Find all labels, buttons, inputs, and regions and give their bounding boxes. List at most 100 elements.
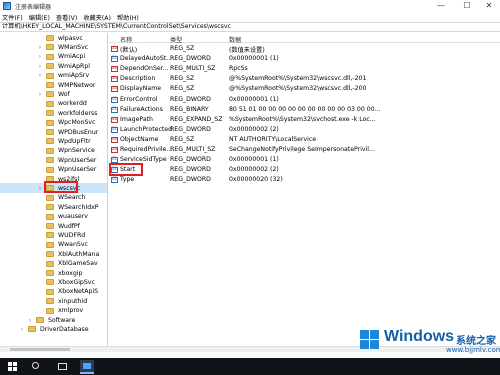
tree-item-label: xmlprov	[58, 307, 84, 315]
folder-icon	[46, 35, 54, 41]
expand-arrow-icon[interactable]: ›	[37, 44, 43, 51]
window-title: 注册表编辑器	[15, 3, 52, 11]
close-button[interactable]: ✕	[478, 0, 500, 12]
binary-value-icon	[111, 126, 118, 133]
value-type: REG_DWORD	[170, 176, 211, 184]
value-name: RequiredPrivile...	[120, 146, 172, 153]
expand-arrow-icon[interactable]: ›	[37, 185, 43, 192]
tree-item-label: DriverDatabase	[40, 325, 89, 333]
tree-item-label: WpcMonSvc	[58, 119, 96, 127]
key-tree-pane[interactable]: wlpasvc › WManSvc › WmiAcpi › WmiApRpl › wmiApSr…	[0, 33, 108, 346]
tree-item-label: XblGameSav	[58, 260, 98, 268]
menu-file[interactable]: 文件(F)	[2, 13, 23, 22]
value-data: @%SystemRoot%\System32\wscsvc.dll,-201	[229, 75, 367, 83]
values-pane[interactable]: 名称 类型 数据 (默认)REG_SZ(数值未设置)DelayedAutoSt.…	[109, 33, 500, 346]
value-name: DependOnSer...	[120, 65, 169, 73]
value-row[interactable]: (默认) REG_SZ (数值未设置)	[109, 44, 500, 54]
menu-view[interactable]: 查看(V)	[56, 13, 77, 22]
expand-arrow-icon[interactable]: ›	[27, 317, 33, 324]
watermark: Windows 系统之家 www.bjjmlv.com	[360, 326, 500, 358]
tree-item-label: wuauserv	[58, 213, 88, 221]
tree-item-label: WpnService	[58, 147, 95, 155]
value-row[interactable]: ServiceSidTypeREG_DWORD 0x00000001 (1)	[109, 155, 500, 165]
value-name: DisplayName	[120, 85, 162, 93]
address-bar[interactable]: 计算机\HKEY_LOCAL_MACHINE\SYSTEM\CurrentCon…	[0, 22, 500, 32]
value-type: REG_SZ	[170, 85, 195, 93]
string-value-icon	[111, 45, 118, 52]
expand-arrow-icon[interactable]: ›	[37, 53, 43, 60]
folder-icon	[46, 194, 54, 201]
folder-icon	[46, 100, 54, 107]
tree-item-label: WManSvc	[58, 43, 89, 51]
tree-item-label: XboxNetApiS	[58, 288, 99, 296]
value-data: 80 51 01 00 00 00 00 00 00 00 00 00 03 0…	[229, 105, 381, 113]
maximize-button[interactable]: ☐	[456, 0, 478, 12]
binary-value-icon	[111, 55, 118, 63]
value-row[interactable]: ErrorControl REG_DWORD 0x00000001 (1)	[109, 95, 500, 105]
minimize-button[interactable]: —	[430, 0, 452, 12]
regedit-taskbar-button[interactable]	[80, 360, 94, 374]
binary-value-icon	[111, 96, 118, 103]
value-row[interactable]: DelayedAutoSt...REG_DWORD 0x00000001 (1)	[109, 54, 500, 64]
value-row[interactable]: ObjectName REG_SZ NT AUTHORITY\LocalServic…	[109, 135, 500, 145]
value-type: REG_SZ	[170, 135, 195, 143]
taskbar	[0, 358, 500, 375]
expand-arrow-icon[interactable]: ›	[37, 63, 43, 70]
value-type: REG_MULTI_SZ	[170, 65, 216, 73]
folder-icon	[46, 223, 54, 229]
tree-item-label: WSearch	[58, 194, 86, 202]
value-data: SeChangeNotifyPrivilege SeImpersonatePri…	[229, 146, 375, 153]
search-icon[interactable]	[32, 362, 39, 369]
string-value-icon	[111, 65, 118, 73]
folder-icon	[46, 213, 54, 220]
value-row[interactable]: Description REG_SZ @%SystemRoot%\System32\…	[109, 74, 500, 84]
folder-icon	[46, 288, 54, 295]
value-row[interactable]: RequiredPrivile...REG_MULTI_SZ SeChangeNo…	[109, 145, 500, 155]
tree-item-label: WmiApRpl	[58, 62, 90, 70]
tree-item-label: workfolderss	[58, 109, 98, 117]
value-type: REG_DWORD	[170, 156, 211, 164]
expand-arrow-icon[interactable]: ›	[37, 72, 43, 79]
value-data: NT AUTHORITY\LocalService	[229, 135, 317, 143]
highlight-box	[109, 163, 143, 177]
tree-item-label: WSearchIdxP	[58, 203, 99, 211]
value-name: ErrorControl	[120, 95, 158, 103]
scrollbar-thumb[interactable]	[10, 348, 70, 351]
highlight-box	[44, 181, 78, 194]
value-name: ImagePath	[120, 115, 153, 123]
tree-item-label: WmiAcpi	[58, 53, 86, 61]
value-row[interactable]: ImagePath REG_EXPAND_SZ %SystemRoot%\Syste…	[109, 115, 500, 125]
value-name: FailureActions	[120, 105, 163, 113]
tree-item-label: wlpasvc	[58, 34, 83, 42]
string-value-icon	[111, 75, 118, 83]
expand-arrow-icon[interactable]: ›	[37, 91, 43, 98]
windows-logo-icon	[360, 330, 380, 350]
menu-edit[interactable]: 编辑(E)	[29, 13, 50, 22]
menu-favorites[interactable]: 收藏夹(A)	[83, 13, 111, 22]
folder-icon	[46, 44, 54, 51]
tree-item-label: WpnUserSer	[58, 156, 97, 164]
value-name: LaunchProtected	[120, 125, 172, 133]
tree-item-label: XboxGipSvc	[58, 278, 95, 286]
column-header-name[interactable]: 名称	[120, 35, 132, 44]
folder-icon	[46, 63, 54, 70]
value-row[interactable]: DependOnSer...REG_MULTI_SZ RpcSs	[109, 64, 500, 74]
value-row[interactable]: LaunchProtectedREG_DWORD 0x00000002 (2)	[109, 125, 500, 135]
value-row[interactable]: Type REG_DWORD 0x00000020 (32)	[109, 175, 500, 185]
folder-icon	[46, 232, 54, 239]
menu-help[interactable]: 帮助(H)	[117, 13, 139, 22]
value-row[interactable]: StartREG_DWORD0x00000002 (2)	[109, 165, 500, 175]
value-row[interactable]: DisplayName REG_SZ @%SystemRoot%\System32\…	[109, 84, 500, 94]
expand-arrow-icon[interactable]: ›	[19, 326, 25, 333]
start-button[interactable]	[8, 362, 18, 372]
value-name: ObjectName	[120, 135, 159, 143]
value-type: REG_EXPAND_SZ	[170, 115, 223, 123]
tree-item[interactable]: › DriverDatabase	[0, 324, 107, 334]
task-view-icon[interactable]	[58, 363, 67, 370]
column-header-type[interactable]: 类型	[170, 35, 182, 44]
value-row[interactable]: FailureActions REG_BINARY 80 51 01 00 00 0…	[109, 105, 500, 115]
column-header-data[interactable]: 数据	[229, 35, 241, 44]
value-type: REG_DWORD	[170, 166, 211, 174]
value-name: (默认)	[120, 47, 138, 54]
title-bar[interactable]: 注册表编辑器 — ☐ ✕	[0, 0, 500, 12]
